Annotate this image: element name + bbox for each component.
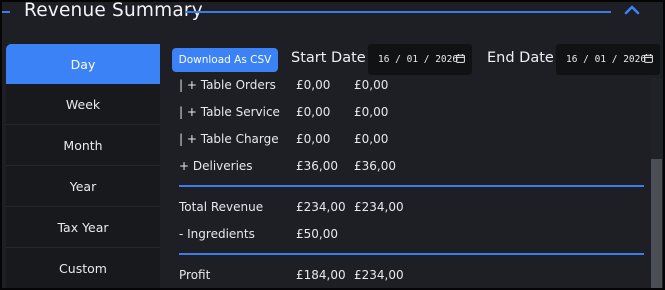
revenue-summary-window: Revenue Summary Day Week Month Year Tax … <box>0 0 665 290</box>
collapse-button[interactable] <box>622 2 642 18</box>
row-value: £234,00 <box>296 200 346 214</box>
row-value-secondary: £0,00 <box>354 132 389 146</box>
row-value: £36,00 <box>296 159 338 173</box>
row-value-secondary: £234,00 <box>354 268 404 282</box>
row-value-secondary: £234,00 <box>354 200 404 214</box>
calendar-icon[interactable] <box>456 54 465 63</box>
end-date-input[interactable]: 16 / 01 / 2026 <box>556 44 660 75</box>
revenue-table: | + Table Orders £0,00 £0,00 | + Table S… <box>173 78 663 288</box>
row-label: - Ingredients <box>179 227 255 241</box>
sidebar-item-week[interactable]: Week <box>6 85 160 125</box>
row-label: | + Table Orders <box>179 78 276 92</box>
period-sidebar: Day Week Month Year Tax Year Custom <box>6 44 160 288</box>
chevron-up-icon <box>624 5 640 15</box>
sidebar-item-year[interactable]: Year <box>6 167 160 207</box>
row-value-secondary: £0,00 <box>354 78 389 92</box>
row-value-secondary: £0,00 <box>354 105 389 119</box>
row-value: £0,00 <box>296 132 331 146</box>
start-date-input[interactable]: 16 / 01 / 2026 <box>368 44 472 75</box>
sidebar-item-custom[interactable]: Custom <box>6 249 160 288</box>
row-label: | + Table Charge <box>179 132 279 146</box>
start-date-label: Start Date <box>291 50 366 66</box>
download-csv-button[interactable]: Download As CSV <box>172 48 278 72</box>
row-value: £0,00 <box>296 105 331 119</box>
row-label: Profit <box>179 268 211 282</box>
section-divider <box>179 253 644 255</box>
end-date-label: End Date <box>487 50 554 66</box>
scrollbar-thumb[interactable] <box>651 159 662 288</box>
sidebar-item-month[interactable]: Month <box>6 126 160 166</box>
section-divider <box>179 185 644 187</box>
start-date-value: 16 / 01 / 2026 <box>378 54 459 65</box>
row-label: Total Revenue <box>179 200 264 214</box>
end-date-value: 16 / 01 / 2026 <box>566 54 647 65</box>
header-rule-right <box>185 11 611 13</box>
row-value-secondary: £36,00 <box>354 159 396 173</box>
row-value: £184,00 <box>296 268 346 282</box>
row-label: | + Table Service <box>179 105 280 119</box>
row-label: + Deliveries <box>179 159 253 173</box>
page-title: Revenue Summary <box>24 0 203 21</box>
header-rule-left <box>2 11 10 13</box>
row-value: £0,00 <box>296 78 331 92</box>
sidebar-item-day[interactable]: Day <box>6 44 160 84</box>
sidebar-item-tax-year[interactable]: Tax Year <box>6 208 160 248</box>
row-value: £50,00 <box>296 227 338 241</box>
calendar-icon[interactable] <box>644 54 653 63</box>
